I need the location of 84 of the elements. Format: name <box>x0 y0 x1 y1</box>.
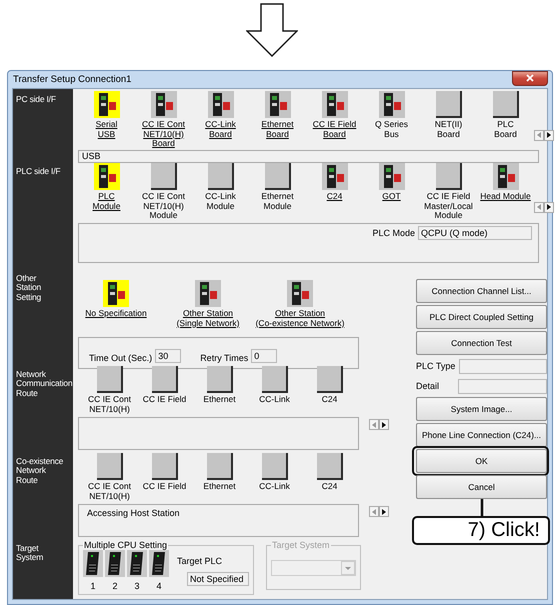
interface-option[interactable]: PLC Board <box>477 91 534 140</box>
interface-option[interactable]: NET(II) Board <box>420 91 477 140</box>
interface-option[interactable]: CC IE Cont NET/10(H) <box>82 366 137 414</box>
close-icon <box>526 74 534 82</box>
interface-option[interactable]: Head Module <box>477 163 534 202</box>
dialog-button[interactable]: Cancel <box>416 475 547 499</box>
interface-option[interactable]: CC IE Field Board <box>306 91 363 140</box>
dialog-button[interactable]: Connection Test <box>416 331 547 355</box>
left-arrow-icon <box>537 132 541 138</box>
interface-option[interactable]: C24 <box>302 453 357 492</box>
interface-option[interactable]: Ethernet <box>192 366 247 405</box>
input-field[interactable] <box>458 378 547 394</box>
cpu-number: 1 <box>90 581 96 591</box>
cpu-module-icon[interactable] <box>127 550 147 577</box>
right-arrow-icon <box>382 422 386 428</box>
section-label: Other Station Setting <box>13 268 73 364</box>
interface-option[interactable]: CC-Link Module <box>192 163 249 212</box>
interface-option[interactable]: CC-Link <box>247 453 302 492</box>
callout-label: 7) Click! <box>412 516 550 545</box>
interface-option[interactable]: CC IE Field <box>137 366 192 405</box>
left-arrow-icon <box>372 508 376 515</box>
interface-option[interactable]: Ethernet <box>192 453 247 492</box>
cpu-number: 2 <box>112 581 118 591</box>
interface-option[interactable]: GOT <box>363 163 420 202</box>
right-arrow-icon <box>547 204 551 210</box>
interface-option[interactable]: C24 <box>302 366 357 405</box>
section-label: Network Communication Route <box>13 364 73 451</box>
interface-option[interactable]: CC IE Field <box>137 453 192 492</box>
field-label: PLC Mode <box>372 228 415 238</box>
interface-option[interactable]: CC IE Cont NET/10(H) Module <box>135 163 192 221</box>
interface-option[interactable]: CC-Link <box>247 366 302 405</box>
target-plc-field: Not Specified <box>187 572 249 586</box>
plc-mode-field[interactable]: QCPU (Q mode) <box>418 226 532 240</box>
cpu-module-icon[interactable] <box>105 550 125 577</box>
interface-option[interactable]: CC IE Field Master/Local Module <box>420 163 477 221</box>
route-message: Accessing Host Station <box>78 504 359 538</box>
cpu-module-icon[interactable] <box>83 550 103 577</box>
right-arrow-icon <box>382 508 386 515</box>
interface-option[interactable]: No Specification <box>70 280 162 319</box>
caret-icon <box>341 561 355 575</box>
interface-option[interactable]: Q Series Bus <box>363 91 420 140</box>
timeout-field[interactable]: 30 <box>155 349 182 364</box>
left-arrow-icon <box>537 204 541 210</box>
section-label: PC side I/F <box>13 89 73 161</box>
scroll-right-button[interactable] <box>544 202 554 213</box>
dialog-button[interactable]: Phone Line Connection (C24)... <box>416 423 547 447</box>
left-arrow-icon <box>372 422 376 428</box>
dialog-button[interactable]: OK <box>416 449 547 473</box>
interface-option[interactable]: CC IE Cont NET/10(H) Board <box>135 91 192 149</box>
scroll-right-button[interactable] <box>379 419 389 430</box>
interface-option[interactable]: Ethernet Module <box>249 163 306 212</box>
interface-option[interactable]: Ethernet Board <box>249 91 306 140</box>
interface-option[interactable]: Serial USB <box>78 91 135 140</box>
interface-option[interactable]: Other Station (Co-existence Network) <box>254 280 346 328</box>
section-label: PLC side I/F <box>13 161 73 268</box>
field-label: Target PLC <box>177 556 222 566</box>
interface-option[interactable]: PLC Module <box>78 163 135 212</box>
dialog-button[interactable]: PLC Direct Coupled Setting <box>416 305 547 329</box>
selection-display: USB <box>78 150 539 163</box>
field-label: Time Out (Sec.) <box>89 353 152 364</box>
field-label: Retry Times <box>200 353 248 364</box>
window-title: Transfer Setup Connection1 <box>12 74 132 85</box>
scroll-right-button[interactable] <box>379 506 389 518</box>
section-label: Target System <box>13 538 73 599</box>
field-label: PLC Type <box>416 361 456 371</box>
dialog-button[interactable]: System Image... <box>416 397 547 421</box>
section-label: Co-existence Network Route <box>13 451 73 538</box>
scroll-right-button[interactable] <box>544 130 554 141</box>
retry-field[interactable]: 0 <box>251 349 278 364</box>
group-title: Target System <box>271 540 331 550</box>
group-title: Multiple CPU Setting <box>83 540 168 550</box>
cpu-number: 4 <box>156 581 162 591</box>
input-field[interactable] <box>459 358 547 374</box>
right-arrow-icon <box>547 132 551 138</box>
cpu-number: 3 <box>134 581 140 591</box>
interface-option[interactable]: C24 <box>306 163 363 202</box>
cpu-module-icon[interactable] <box>149 550 169 577</box>
close-button[interactable] <box>512 70 548 86</box>
dialog-button[interactable]: Connection Channel List... <box>416 279 547 303</box>
interface-option[interactable]: CC-Link Board <box>192 91 249 140</box>
interface-option[interactable]: Other Station (Single Network) <box>162 280 254 328</box>
interface-option[interactable]: CC IE Cont NET/10(H) <box>82 453 137 502</box>
down-arrow-icon <box>246 3 298 57</box>
field-label: Detail <box>416 381 440 391</box>
